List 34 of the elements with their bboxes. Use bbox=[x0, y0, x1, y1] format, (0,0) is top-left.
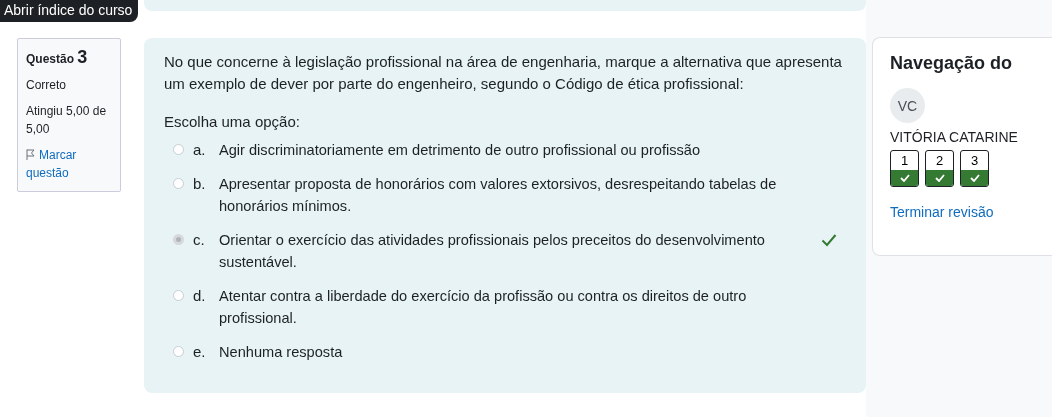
question-grade: Atingiu 5,00 de 5,00 bbox=[26, 103, 108, 138]
radio-button[interactable] bbox=[173, 178, 184, 189]
answer-prompt: Escolha uma opção: bbox=[164, 112, 301, 132]
check-icon bbox=[934, 174, 945, 182]
radio-button[interactable] bbox=[173, 346, 184, 357]
course-index-button[interactable]: Abrir índice do curso bbox=[0, 0, 139, 22]
user-avatar: VC bbox=[890, 88, 925, 123]
question-nav-button[interactable]: 1 bbox=[890, 150, 919, 187]
option-text: Orientar o exercício das atividades profissionais pelos preceitos do desenvolvimento sustentável. bbox=[219, 231, 766, 272]
radio-button[interactable] bbox=[173, 144, 184, 155]
option-letter: e. bbox=[193, 342, 207, 362]
radio-button[interactable] bbox=[173, 234, 184, 245]
option-text: Apresentar proposta de honorários com valores extorsivos, desrespeitando tabelas de honorários mínimos. bbox=[219, 175, 778, 216]
option-text: Nenhuma resposta bbox=[219, 343, 344, 362]
flag-icon bbox=[26, 149, 36, 160]
finish-review-link[interactable]: Terminar revisão bbox=[890, 204, 994, 220]
radio-button[interactable] bbox=[173, 290, 184, 301]
question-text: No que concerne à legislação profissional na área de engenharia, marque a alternativa que apresenta um exemplo de dever por parte do engenheiro, segundo o Código de ética profissional: bbox=[164, 52, 843, 94]
question-status: Correto bbox=[26, 77, 67, 94]
option-letter: c. bbox=[193, 230, 206, 250]
question-label: Questão bbox=[26, 52, 74, 66]
check-icon bbox=[899, 174, 910, 182]
option-letter: b. bbox=[193, 174, 207, 194]
option-text: Atentar contra a liberdade do exercício da profissão ou contra os direitos de outro profissional. bbox=[219, 287, 748, 328]
question-number: 3 bbox=[77, 47, 88, 67]
check-icon bbox=[969, 174, 980, 182]
flag-question-link[interactable]: Marcar questão bbox=[26, 146, 112, 182]
option-letter: d. bbox=[193, 286, 207, 306]
question-nav-button[interactable]: 2 bbox=[925, 150, 954, 187]
option-letter: a. bbox=[193, 140, 207, 160]
user-name: VITÓRIA CATARINE bbox=[890, 129, 1019, 145]
option-text: Agir discriminatoriamente em detrimento de outro profissional ou profissão bbox=[219, 141, 701, 160]
navigation-title: Navegação do bbox=[890, 53, 1014, 74]
question-nav-button[interactable]: 3 bbox=[960, 150, 989, 187]
